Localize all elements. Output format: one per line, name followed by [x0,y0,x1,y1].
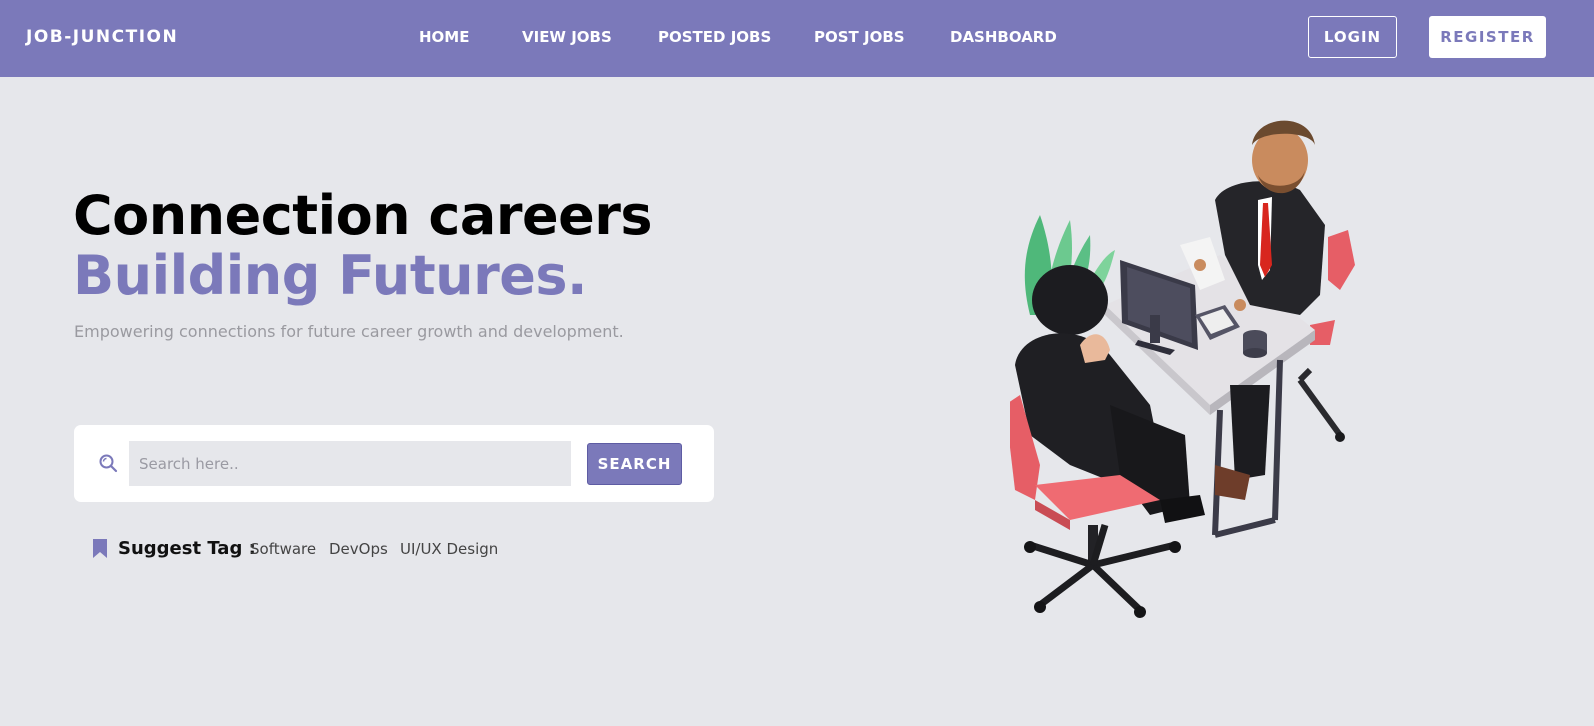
search-button[interactable]: SEARCH [587,443,682,485]
interview-illustration [1010,120,1355,618]
nav-view-jobs-link[interactable]: VIEW JOBS [522,28,612,46]
search-input[interactable] [129,441,571,486]
hero-title-line2: Building Futures. [73,244,588,307]
register-button[interactable]: REGISTER [1429,16,1546,58]
tag-software[interactable]: Software [250,540,316,558]
bookmark-icon [93,539,107,558]
nav-post-jobs-link[interactable]: POST JOBS [814,28,905,46]
tag-uiux-design[interactable]: UI/UX Design [400,540,498,558]
tag-devops[interactable]: DevOps [329,540,388,558]
nav-posted-jobs-link[interactable]: POSTED JOBS [658,28,771,46]
search-card: SEARCH [74,425,714,502]
hero-subtitle: Empowering connections for future career… [74,322,624,341]
hero-title-line1: Connection careers [73,184,653,247]
navbar: JOB-JUNCTION HOME VIEW JOBS POSTED JOBS … [0,0,1594,77]
login-button[interactable]: LOGIN [1308,16,1397,58]
search-icon [99,454,118,473]
nav-home-link[interactable]: HOME [419,28,469,46]
nav-dashboard-link[interactable]: DASHBOARD [950,28,1057,46]
brand-logo[interactable]: JOB-JUNCTION [26,27,178,47]
suggest-tag-label: Suggest Tag : [118,538,256,559]
